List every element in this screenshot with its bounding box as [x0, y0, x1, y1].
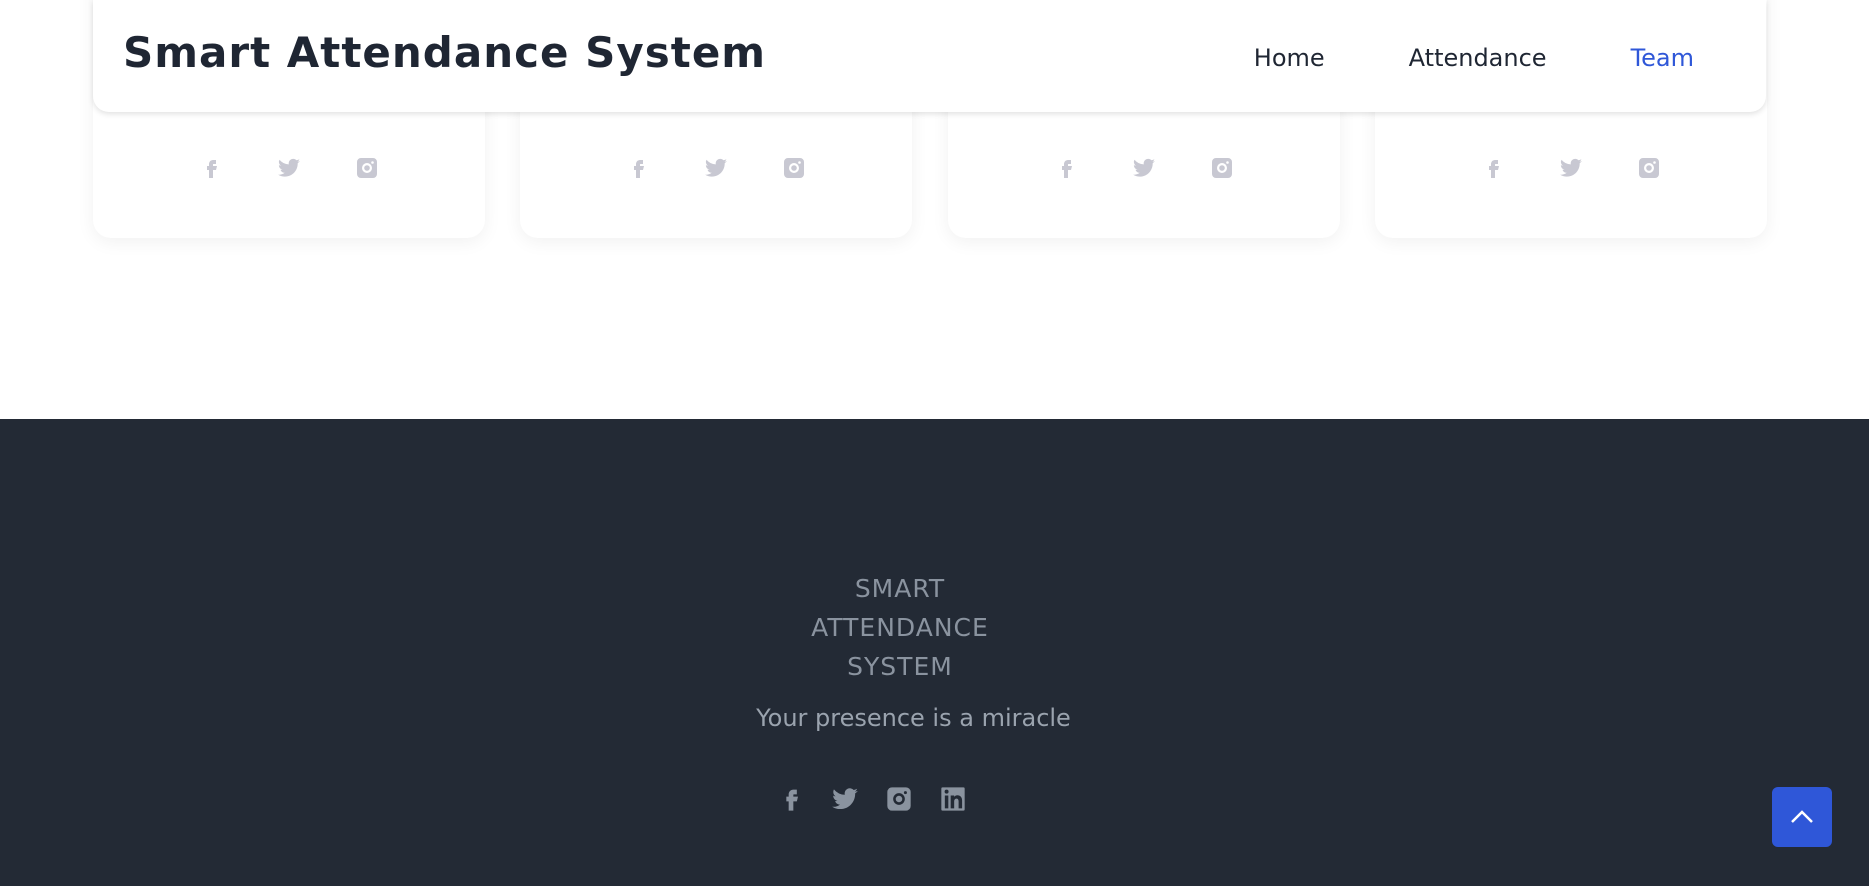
- instagram-icon[interactable]: [1210, 156, 1234, 180]
- facebook-icon[interactable]: [199, 156, 223, 180]
- footer-socials: [777, 785, 967, 813]
- member-socials: [93, 156, 485, 180]
- instagram-icon[interactable]: [355, 156, 379, 180]
- member-socials: [520, 156, 912, 180]
- twitter-icon[interactable]: [277, 156, 301, 180]
- nav-attendance[interactable]: Attendance: [1409, 44, 1547, 72]
- facebook-icon[interactable]: [1481, 156, 1505, 180]
- main-nav: Home Attendance Team: [1254, 44, 1694, 72]
- twitter-icon[interactable]: [704, 156, 728, 180]
- linkedin-icon[interactable]: [939, 785, 967, 813]
- facebook-icon[interactable]: [1054, 156, 1078, 180]
- footer-logo-line: SYSTEM: [847, 652, 953, 681]
- instagram-icon[interactable]: [885, 785, 913, 813]
- footer-tagline: Your presence is a miracle: [756, 704, 1071, 732]
- facebook-icon[interactable]: [626, 156, 650, 180]
- facebook-icon[interactable]: [777, 785, 805, 813]
- site-footer: SMART ATTENDANCE SYSTEM Your presence is…: [0, 419, 1869, 886]
- nav-home[interactable]: Home: [1254, 44, 1325, 72]
- footer-logo: SMART ATTENDANCE SYSTEM: [0, 569, 1800, 686]
- footer-logo-line: SMART: [854, 574, 946, 603]
- site-header: Smart Attendance System Home Attendance …: [93, 0, 1766, 112]
- twitter-icon[interactable]: [1559, 156, 1583, 180]
- brand-logo[interactable]: Smart Attendance System: [123, 28, 766, 77]
- instagram-icon[interactable]: [782, 156, 806, 180]
- member-socials: [1375, 156, 1767, 180]
- scroll-to-top-button[interactable]: [1772, 787, 1832, 847]
- footer-logo-line: ATTENDANCE: [811, 613, 989, 642]
- nav-team[interactable]: Team: [1631, 44, 1694, 72]
- member-socials: [948, 156, 1340, 180]
- instagram-icon[interactable]: [1637, 156, 1661, 180]
- twitter-icon[interactable]: [1132, 156, 1156, 180]
- chevron-up-icon: [1791, 810, 1813, 823]
- twitter-icon[interactable]: [831, 785, 859, 813]
